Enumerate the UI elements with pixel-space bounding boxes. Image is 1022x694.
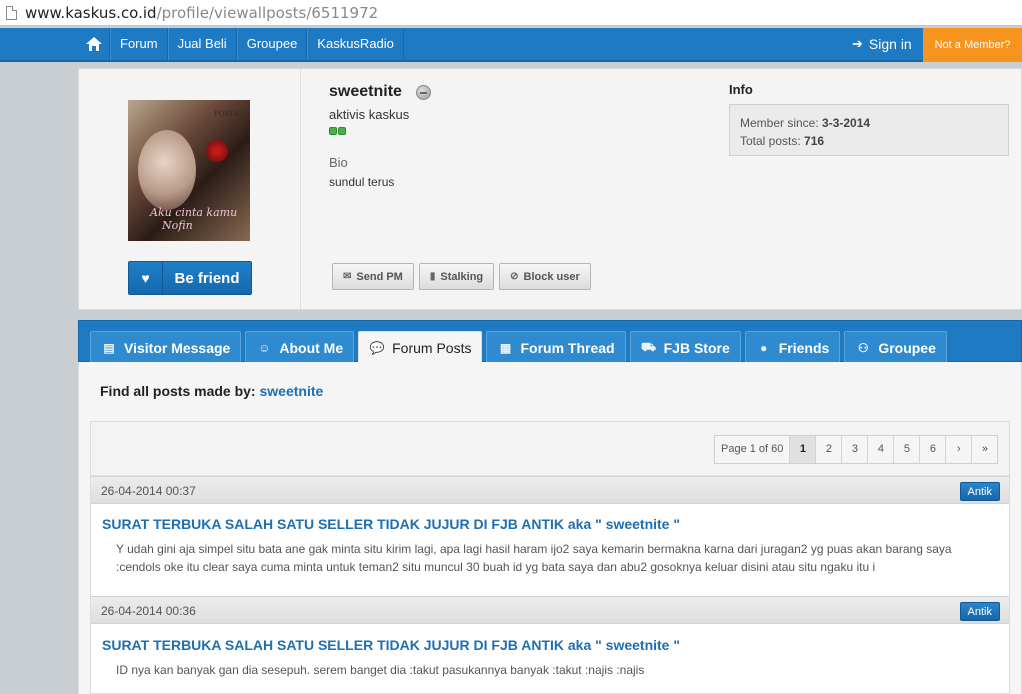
post-header: 26-04-2014 00:37 Antik (91, 476, 1009, 504)
member-since-label: Member since: (740, 116, 819, 130)
find-posts-user-link[interactable]: sweetnite (259, 383, 323, 399)
profile-tabs-bar: ▤ Visitor Message ☺ About Me 💬 Forum Pos… (78, 320, 1022, 363)
nav-kaskusradio[interactable]: KaskusRadio (307, 28, 404, 60)
tab-about-me[interactable]: ☺ About Me (245, 331, 355, 363)
bookmark-icon: ▮ (429, 271, 436, 282)
reputation-bar (329, 127, 346, 135)
tab-friends[interactable]: ● Friends (744, 331, 841, 363)
find-posts-heading: Find all posts made by: sweetnite (100, 383, 324, 399)
cart-icon: ⛟ (641, 339, 657, 354)
info-title: Info (729, 82, 753, 97)
person-icon: ☺ (258, 340, 271, 355)
envelope-icon: ✉ (343, 271, 352, 282)
bio-label: Bio (329, 155, 348, 170)
sign-in-label: Sign in (868, 36, 912, 52)
profile-card: POSTAL Aku cinta kamu Nofin ♥ Be friend … (78, 68, 1022, 310)
pagination: Page 1 of 60 1 2 3 4 5 6 › » (714, 435, 999, 464)
tab-groupee[interactable]: ⚇ Groupee (844, 331, 947, 363)
tab-fjb-store[interactable]: ⛟ FJB Store (629, 331, 741, 363)
avatar-column: POSTAL Aku cinta kamu Nofin ♥ Be friend (79, 69, 301, 309)
tab-forum-thread[interactable]: ▦ Forum Thread (486, 331, 626, 363)
be-friend-label: Be friend (174, 269, 240, 287)
page-icon (6, 5, 17, 20)
eye-slash-icon: ⊘ (510, 271, 519, 282)
post-title-link[interactable]: SURAT TERBUKA SALAH SATU SELLER TIDAK JU… (102, 516, 680, 532)
post-title-link[interactable]: SURAT TERBUKA SALAH SATU SELLER TIDAK JU… (102, 637, 680, 653)
page-info: Page 1 of 60 (721, 443, 784, 455)
last-page-icon[interactable]: » (971, 436, 997, 463)
send-pm-button[interactable]: ✉ Send PM (332, 263, 414, 290)
url-text: www.kaskus.co.id/profile/viewallposts/65… (25, 3, 379, 22)
page-6[interactable]: 6 (919, 436, 945, 463)
not-member-button[interactable]: Not a Member? (923, 28, 1022, 62)
nav-forum[interactable]: Forum (110, 28, 168, 60)
thread-icon: ▦ (499, 340, 512, 355)
member-since-value: 3-3-2014 (822, 116, 871, 130)
bio-text: sundul terus (329, 175, 395, 189)
profile-rank: aktivis kaskus (329, 107, 410, 122)
home-icon (85, 37, 102, 51)
offline-status-icon (416, 85, 431, 100)
stalking-button[interactable]: ▮ Stalking (418, 263, 495, 290)
total-posts-label: Total posts: (740, 134, 801, 148)
profile-actions: ✉ Send PM ▮ Stalking ⊘ Block user (332, 263, 591, 290)
group-icon: ⚇ (857, 340, 869, 355)
nav-groupee[interactable]: Groupee (236, 28, 308, 60)
next-page-icon[interactable]: › (945, 436, 971, 463)
friend-icon: ● (760, 340, 768, 355)
home-button[interactable] (78, 28, 110, 60)
tab-forum-posts[interactable]: 💬 Forum Posts (358, 331, 483, 363)
posts-panel: Page 1 of 60 1 2 3 4 5 6 › » 26-04-2014 … (90, 421, 1010, 694)
nav-jual-beli[interactable]: Jual Beli (167, 28, 237, 60)
total-posts-value: 716 (804, 134, 825, 148)
page-3[interactable]: 3 (841, 436, 867, 463)
post-date: 26-04-2014 00:36 (101, 604, 196, 618)
forum-posts-content: Find all posts made by: sweetnite Page 1… (78, 362, 1022, 694)
top-navbar: Forum Jual Beli Groupee KaskusRadio ➔ Si… (0, 28, 1022, 62)
sign-in-link[interactable]: ➔ Sign in (852, 28, 912, 60)
page-1[interactable]: 1 (789, 436, 816, 463)
post-header: 26-04-2014 00:36 Antik (91, 596, 1009, 624)
address-bar[interactable]: www.kaskus.co.id/profile/viewallposts/65… (0, 0, 1022, 26)
info-box: Member since: 3-3-2014 Total posts: 716 (729, 104, 1009, 156)
forum-badge[interactable]: Antik (959, 602, 1000, 621)
forum-badge[interactable]: Antik (959, 482, 1000, 501)
block-user-button[interactable]: ⊘ Block user (499, 263, 591, 290)
sign-in-icon: ➔ (852, 36, 863, 51)
be-friend-button[interactable]: ♥ Be friend (128, 261, 252, 295)
avatar: POSTAL Aku cinta kamu Nofin (128, 100, 250, 241)
profile-username: sweetnite (329, 83, 402, 100)
pagination-bar: Page 1 of 60 1 2 3 4 5 6 › » (91, 422, 1009, 476)
page-2[interactable]: 2 (815, 436, 841, 463)
heart-icon: ♥ (129, 262, 163, 294)
post-excerpt: ID nya kan banyak gan dia sesepuh. serem… (116, 663, 645, 677)
page-5[interactable]: 5 (893, 436, 919, 463)
avatar-caption: Aku cinta kamu Nofin (150, 206, 238, 232)
page-4[interactable]: 4 (867, 436, 893, 463)
speech-bubble-icon: 💬 (369, 340, 385, 355)
tab-visitor-message[interactable]: ▤ Visitor Message (90, 331, 242, 363)
post-date: 26-04-2014 00:37 (101, 484, 196, 498)
post-excerpt: Y udah gini aja simpel situ bata ane gak… (116, 542, 952, 574)
message-icon: ▤ (103, 340, 115, 355)
